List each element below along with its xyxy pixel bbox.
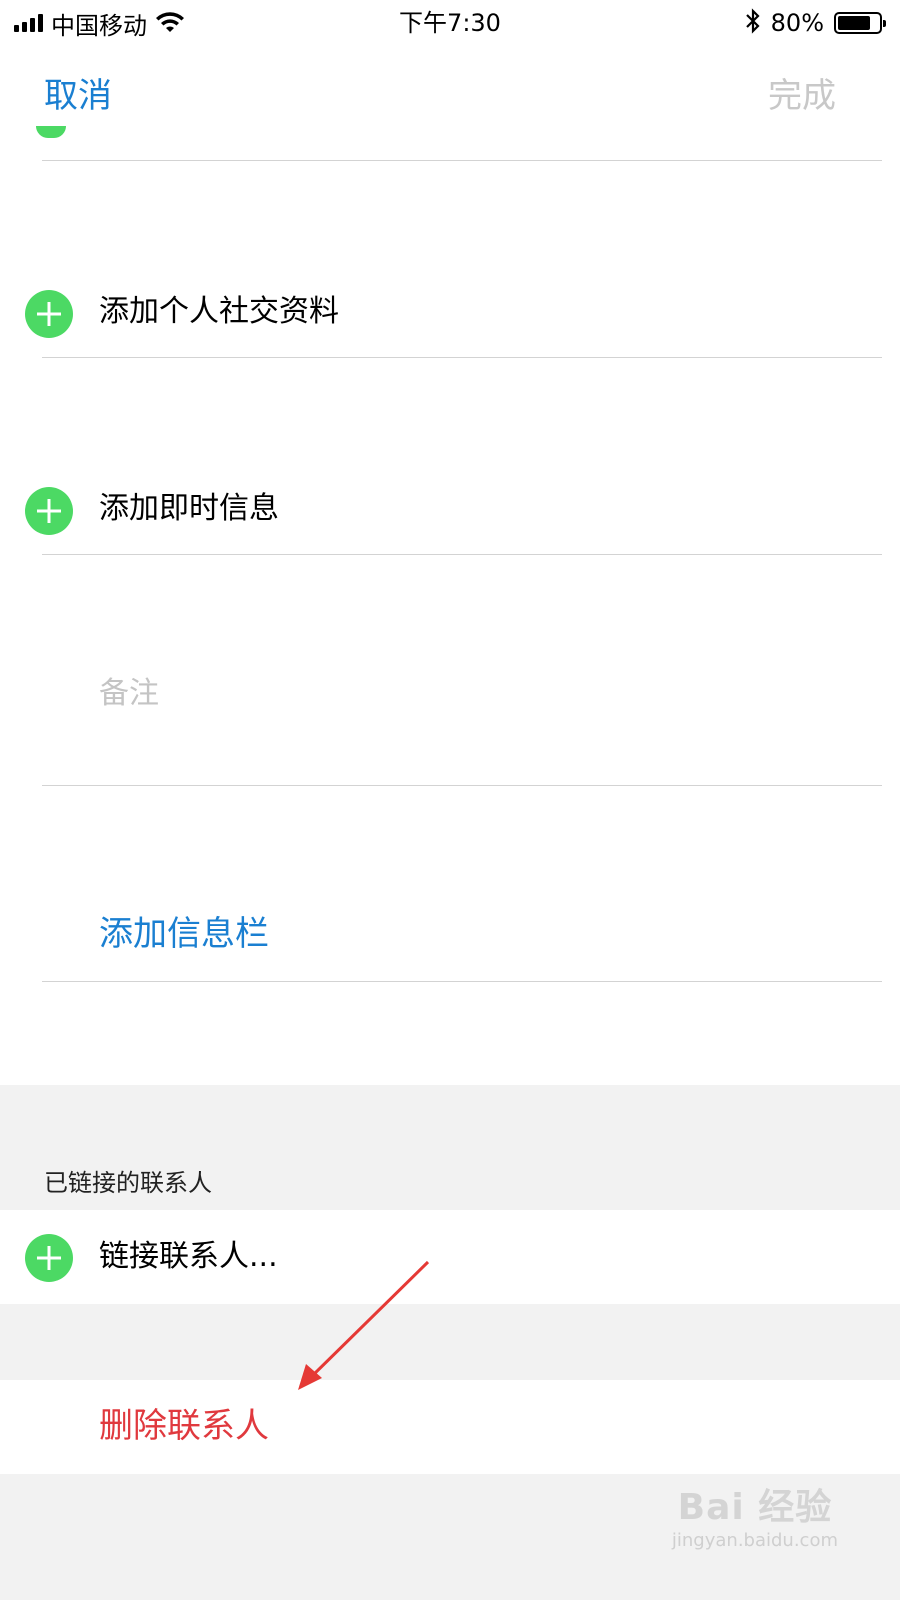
baidu-watermark: Bai 经验 jingyan.baidu.com xyxy=(672,1478,838,1551)
watermark-logo: Bai 经验 xyxy=(677,1487,833,1528)
watermark-url: jingyan.baidu.com xyxy=(671,1530,838,1551)
annotation-arrow xyxy=(298,1260,430,1390)
